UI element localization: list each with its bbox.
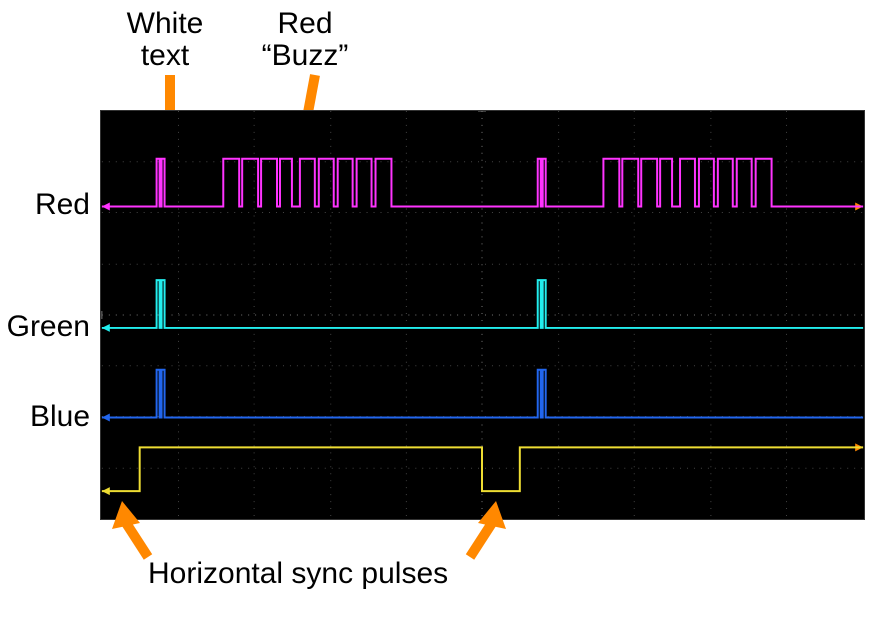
oscilloscope-screen xyxy=(100,110,865,520)
annotation-hsync-label: Horizontal sync pulses xyxy=(148,557,448,590)
annotation-red-buzz: Red“Buzz” xyxy=(250,8,360,71)
channel-label-red-text: Red xyxy=(35,188,90,221)
channel-label-red: Red xyxy=(0,188,90,222)
annotation-red-buzz-label: Red“Buzz” xyxy=(262,7,349,72)
channel-label-blue-text: Blue xyxy=(30,400,90,433)
channel-label-blue: Blue xyxy=(0,400,90,434)
annotation-hsync: Horizontal sync pulses xyxy=(148,558,528,590)
channel-label-green-text: Green xyxy=(7,310,90,343)
oscilloscope-svg xyxy=(101,111,864,519)
annotation-white-text: Whitetext xyxy=(110,8,220,71)
annotation-white-text-label: Whitetext xyxy=(127,7,204,72)
trace-sync xyxy=(102,447,863,491)
channel-ground-markers xyxy=(102,203,110,496)
trace-red xyxy=(102,159,863,207)
trace-blue xyxy=(102,370,863,418)
channel-label-green: Green xyxy=(0,310,90,344)
